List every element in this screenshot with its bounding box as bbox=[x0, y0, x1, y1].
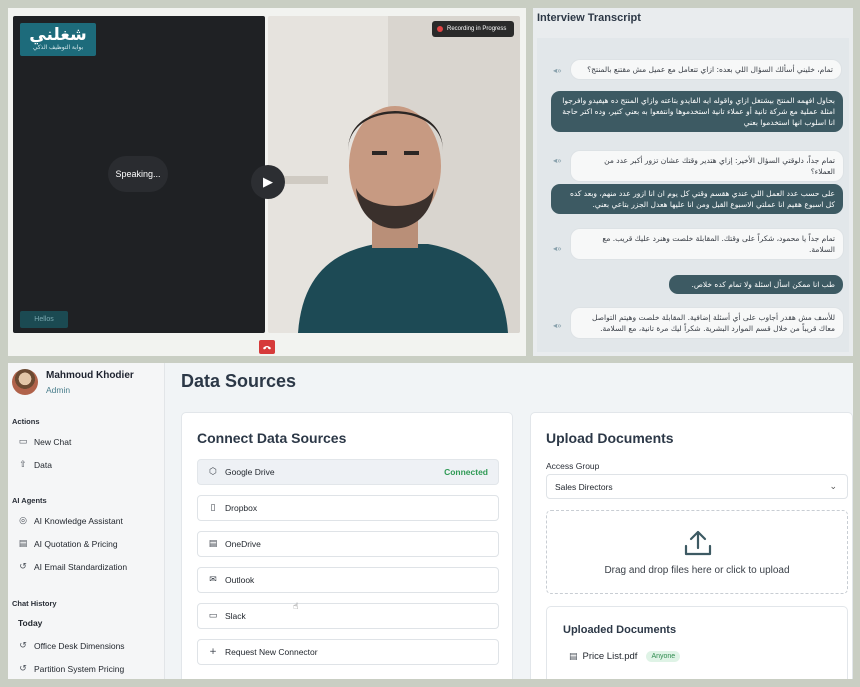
transcript-message-candidate: طب انا ممكن اسأل اسئلة ولا تمام كده خلاص… bbox=[669, 275, 843, 294]
audio-wave-icon[interactable]: ◂» bbox=[553, 321, 561, 330]
upload-title: Upload Documents bbox=[546, 430, 674, 446]
mouse-cursor-icon: ☝ bbox=[293, 601, 299, 611]
upload-icon: ⇧ bbox=[19, 460, 27, 470]
history-group-today: Today bbox=[18, 618, 43, 628]
sidebar-item-quotation-pricing[interactable]: ▤ AI Quotation & Pricing bbox=[18, 536, 118, 552]
history-item-office-desk[interactable]: ↺ Office Desk Dimensions bbox=[18, 638, 124, 654]
mail-icon: ✉ bbox=[209, 575, 217, 585]
document-icon: ▤ bbox=[569, 651, 578, 662]
history-item-partition-pricing[interactable]: ↺ Partition System Pricing bbox=[18, 661, 124, 677]
transcript-message-interviewer: تمام جداً، دلوقتي السؤال الأخير: إزاي هت… bbox=[571, 151, 843, 181]
record-dot-icon bbox=[437, 26, 443, 32]
transcript-panel: Interview Transcript ◂» تمام، خليني أسأل… bbox=[533, 8, 853, 356]
chat-icon: ▭ bbox=[208, 611, 218, 621]
access-group-select[interactable]: Sales Directors ⌄ bbox=[546, 474, 848, 499]
transcript-message-interviewer: للأسف مش هقدر أجاوب على أي أسئلة إضافية.… bbox=[571, 308, 843, 338]
user-name: Mahmoud Khodier bbox=[46, 370, 134, 381]
connect-title: Connect Data Sources bbox=[197, 430, 347, 446]
source-slack[interactable]: ▭ Slack bbox=[197, 603, 499, 629]
section-label-actions: Actions bbox=[12, 417, 40, 426]
upload-documents-card: Upload Documents Access Group Sales Dire… bbox=[530, 412, 853, 679]
transcript-message-interviewer: تمام جداً يا محمود، شكراً على وقتك. المق… bbox=[571, 229, 843, 259]
audio-wave-icon[interactable]: ◂» bbox=[553, 156, 561, 165]
history-icon: ↺ bbox=[19, 562, 27, 572]
avatar[interactable] bbox=[12, 369, 38, 395]
candidate-video-frame bbox=[298, 106, 508, 333]
sidebar-item-email-standardization[interactable]: ↺ AI Email Standardization bbox=[18, 559, 127, 575]
access-group-label: Access Group bbox=[546, 461, 600, 471]
ai-name-badge: Hellos bbox=[20, 311, 68, 328]
history-icon: ↺ bbox=[19, 641, 27, 651]
upload-icon bbox=[684, 530, 712, 556]
source-onedrive[interactable]: ▤ OneDrive bbox=[197, 531, 499, 557]
hang-up-icon bbox=[263, 346, 271, 350]
data-sources-app: Mahmoud Khodier Admin Actions ▭ New Chat… bbox=[8, 363, 853, 679]
section-label-chat-history: Chat History bbox=[12, 599, 57, 608]
transcript-message-candidate: بحاول افهمه المنتج بيشتغل ازاي واقوله اي… bbox=[551, 91, 843, 132]
source-dropbox[interactable]: ▯ Dropbox bbox=[197, 495, 499, 521]
file-dropzone[interactable]: Drag and drop files here or click to upl… bbox=[546, 510, 848, 594]
audio-wave-icon[interactable]: ◂» bbox=[553, 66, 561, 75]
dropzone-text: Drag and drop files here or click to upl… bbox=[604, 565, 790, 576]
ai-interviewer-tile: شغلني بوابة التوظيف الذكي Speaking... He… bbox=[13, 16, 265, 333]
source-outlook[interactable]: ✉ Outlook bbox=[197, 567, 499, 593]
main-content: Data Sources Connect Data Sources ⬡ Goog… bbox=[166, 363, 853, 679]
sidebar: Mahmoud Khodier Admin Actions ▭ New Chat… bbox=[8, 363, 165, 679]
user-role: Admin bbox=[46, 385, 71, 395]
transcript-message-interviewer: تمام، خليني أسألك السؤال اللي بعده: ازاي… bbox=[571, 60, 841, 79]
uploaded-title: Uploaded Documents bbox=[563, 624, 677, 636]
transcript-message-candidate: على حسب عدد العمل اللي عندي هقسم وقتي كل… bbox=[551, 184, 843, 214]
access-badge: Anyone bbox=[646, 651, 681, 662]
sidebar-item-data[interactable]: ⇧ Data bbox=[18, 457, 52, 473]
chat-icon: ▭ bbox=[18, 437, 28, 447]
dropbox-icon: ▯ bbox=[210, 503, 216, 513]
company-logo: شغلني بوابة التوظيف الذكي bbox=[20, 23, 96, 56]
chevron-down-icon: ⌄ bbox=[829, 481, 837, 492]
uploaded-file-row[interactable]: ▤ Price List.pdf Anyone bbox=[569, 651, 681, 662]
sidebar-item-new-chat[interactable]: ▭ New Chat bbox=[18, 434, 72, 450]
status-badge: Connected bbox=[444, 467, 488, 477]
play-button[interactable]: ▶ bbox=[251, 165, 285, 199]
source-google-drive[interactable]: ⬡ Google Drive Connected bbox=[197, 459, 499, 485]
sidebar-item-knowledge-assistant[interactable]: ◎ AI Knowledge Assistant bbox=[18, 513, 123, 529]
transcript-messages[interactable]: ◂» تمام، خليني أسألك السؤال اللي بعده: ا… bbox=[537, 38, 849, 352]
end-call-button[interactable] bbox=[259, 340, 275, 354]
document-icon: ▤ bbox=[208, 539, 218, 549]
brain-icon: ◎ bbox=[19, 516, 27, 526]
page-title: Data Sources bbox=[181, 371, 297, 391]
interview-video-area: شغلني بوابة التوظيف الذكي Speaking... He… bbox=[8, 8, 526, 356]
transcript-title: Interview Transcript bbox=[537, 12, 641, 24]
audio-wave-icon[interactable]: ◂» bbox=[553, 244, 561, 253]
drive-icon: ⬡ bbox=[209, 467, 217, 477]
calculator-icon: ▤ bbox=[18, 539, 28, 549]
plus-icon: + bbox=[209, 647, 217, 657]
speaking-indicator: Speaking... bbox=[108, 156, 168, 192]
connect-data-sources-card: Connect Data Sources ⬡ Google Drive Conn… bbox=[181, 412, 513, 679]
history-icon: ↺ bbox=[19, 664, 27, 674]
recording-badge: Recording in Progress bbox=[432, 21, 514, 37]
section-label-ai-agents: AI Agents bbox=[12, 496, 47, 505]
request-connector-button[interactable]: + Request New Connector bbox=[197, 639, 499, 665]
candidate-video-tile bbox=[268, 16, 520, 333]
uploaded-documents-box: Uploaded Documents ▤ Price List.pdf Anyo… bbox=[546, 606, 848, 679]
